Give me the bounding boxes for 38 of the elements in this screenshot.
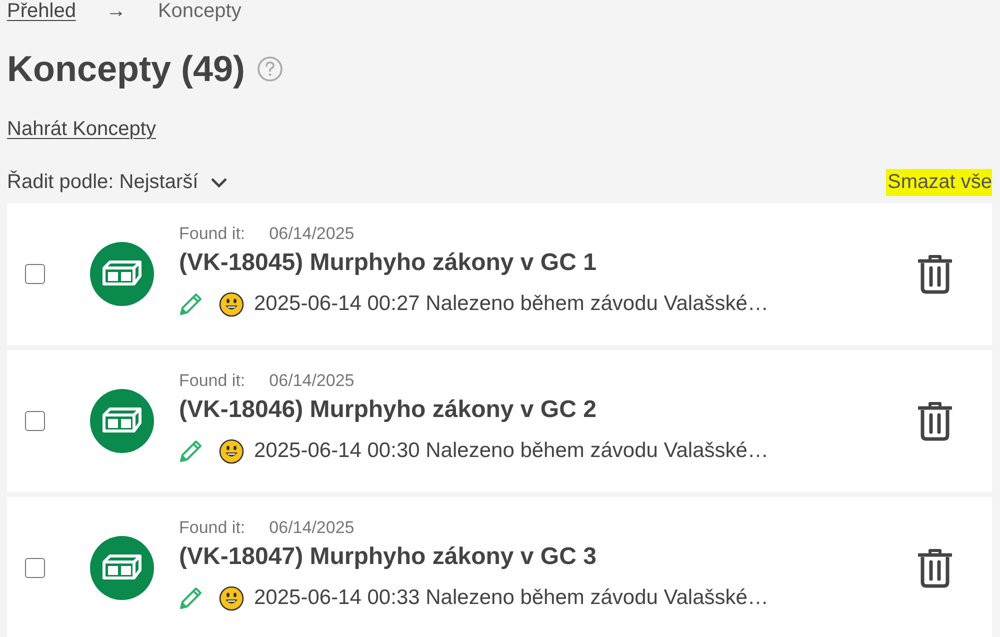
checkbox[interactable] — [25, 558, 45, 578]
delete-button[interactable] — [918, 401, 952, 441]
found-label: Found it: — [179, 371, 246, 391]
box-icon — [90, 536, 154, 600]
delete-all-button[interactable]: Smazat vše — [886, 169, 992, 196]
upload-link[interactable]: Nahrát Koncepty — [7, 115, 156, 143]
breadcrumb-separator: → — [106, 0, 126, 23]
smiley-icon — [219, 438, 244, 464]
pencil-icon[interactable] — [179, 439, 203, 463]
trash-icon — [918, 254, 952, 294]
smiley-icon — [219, 586, 244, 610]
chevron-down-icon — [210, 177, 228, 188]
sort-dropdown[interactable]: Řadit podle: Nejstarší — [7, 171, 228, 194]
draft-title-link[interactable]: (VK-18045) Murphyho zákony v GC 1 — [179, 248, 596, 278]
pencil-icon[interactable] — [179, 586, 203, 610]
log-text: 2025-06-14 00:27 Nalezeno během závodu Valašské… — [254, 292, 768, 316]
delete-button[interactable] — [918, 548, 952, 588]
checkbox[interactable] — [25, 264, 45, 284]
delete-button[interactable] — [918, 254, 952, 294]
found-label: Found it: — [179, 518, 246, 538]
draft-title-link[interactable]: (VK-18046) Murphyho zákony v GC 2 — [179, 395, 596, 425]
trash-icon — [918, 548, 952, 588]
breadcrumb-link[interactable]: Přehled — [7, 0, 76, 23]
pencil-icon[interactable] — [179, 292, 203, 316]
box-icon — [90, 242, 154, 306]
found-date: 06/14/2025 — [269, 371, 354, 391]
log-text: 2025-06-14 00:30 Nalezeno během závodu Valašské… — [254, 439, 768, 463]
checkbox[interactable] — [25, 411, 45, 431]
page-title: Koncepty (49) — [7, 47, 246, 91]
breadcrumb-current: Koncepty — [158, 0, 242, 23]
box-icon — [90, 389, 154, 453]
found-date: 06/14/2025 — [269, 518, 354, 538]
trash-icon — [918, 401, 952, 441]
found-date: 06/14/2025 — [269, 224, 354, 244]
draft-title-link[interactable]: (VK-18047) Murphyho zákony v GC 3 — [179, 542, 596, 572]
smiley-icon — [219, 292, 244, 316]
found-label: Found it: — [179, 224, 246, 244]
log-text: 2025-06-14 00:33 Nalezeno během závodu Valašské… — [254, 586, 768, 610]
